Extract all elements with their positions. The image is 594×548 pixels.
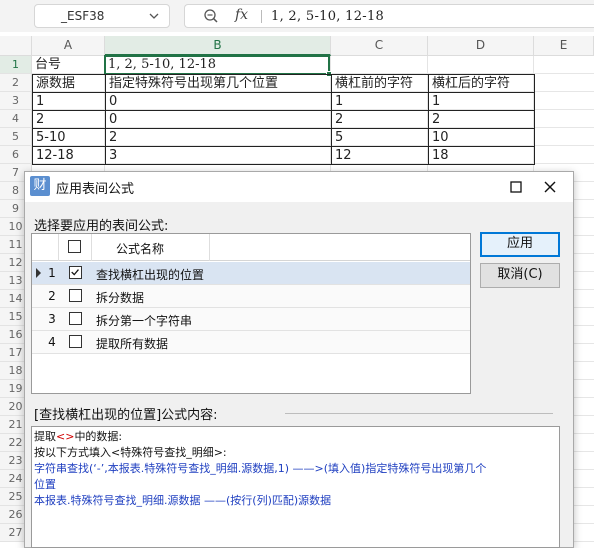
row-header[interactable]: 2 — [0, 74, 32, 92]
content-line: 本报表.特殊符号查找_明细.源数据 ——(按行(列)匹配)源数据 — [34, 494, 332, 507]
select-formula-label: 选择要应用的表间公式: — [34, 219, 169, 234]
list-item-name: 提取所有数据 — [96, 337, 169, 351]
list-header: 公式名称 — [32, 234, 470, 261]
column-header-b[interactable]: B — [105, 36, 331, 56]
table-row: 12-18 3 12 18 — [32, 146, 535, 165]
row-header[interactable]: 1 — [0, 56, 32, 74]
formula-separator — [261, 10, 262, 23]
list-item-name: 查找横杠出现的位置 — [96, 268, 205, 282]
table-cell[interactable]: 2 — [428, 110, 535, 129]
chevron-down-icon[interactable] — [147, 9, 161, 23]
formula-list[interactable]: 公式名称 1 查找横杠出现的位置 2 拆分数据 3 拆分第一个字符串 4 提取所… — [31, 233, 471, 394]
list-header-index — [32, 234, 59, 261]
table-cell[interactable]: 18 — [428, 146, 535, 165]
zoom-icon[interactable] — [203, 8, 219, 24]
data-table: 源数据 指定特殊符号出现第几个位置 横杠前的字符 横杠后的字符 1 0 1 1 … — [32, 74, 535, 165]
column-header-a[interactable]: A — [32, 36, 105, 56]
list-item-checkbox[interactable] — [69, 335, 82, 348]
row-header[interactable]: 5 — [0, 128, 32, 146]
formula-bar: _ESF38 fx 1, 2, 5-10, 12-18 — [0, 0, 594, 32]
list-item-name: 拆分数据 — [96, 291, 145, 305]
list-item-number: 4 — [48, 335, 56, 349]
dialog-title: 应用表间公式 — [56, 182, 135, 197]
formula-content-label: [查找横杠出现的位置]公式内容: — [34, 404, 221, 423]
list-item-number: 3 — [48, 312, 56, 326]
table-cell[interactable]: 0 — [105, 92, 332, 111]
content-line: 按以下方式填入<特殊符号查找_明细>: — [34, 446, 227, 459]
formula-text[interactable]: 1, 2, 5-10, 12-18 — [271, 9, 384, 24]
active-cell-selection — [104, 55, 332, 77]
list-item-checkbox[interactable] — [69, 266, 82, 279]
content-line: 提取<>中的数据: — [34, 430, 123, 443]
formula-input[interactable]: fx 1, 2, 5-10, 12-18 — [184, 4, 594, 28]
list-header-check — [59, 234, 92, 261]
list-item[interactable]: 3 拆分第一个字符串 — [32, 308, 470, 331]
header-cell[interactable]: 指定特殊符号出现第几个位置 — [105, 74, 332, 93]
row-pointer-icon — [36, 268, 41, 278]
list-item-number: 2 — [48, 289, 56, 303]
apply-button[interactable]: 应用 — [480, 232, 560, 257]
cancel-button[interactable]: 取消(C) — [480, 263, 560, 288]
name-box-value: _ESF38 — [61, 9, 105, 23]
group-divider — [285, 413, 553, 414]
header-cell[interactable]: 横杠后的字符 — [428, 74, 535, 93]
maximize-icon[interactable] — [507, 178, 525, 196]
formula-content-box[interactable]: 提取<>中的数据: 按以下方式填入<特殊符号查找_明细>: 字符串查找(‘-’,… — [31, 426, 560, 548]
app-icon: 财 — [30, 176, 50, 196]
checkmark-icon — [71, 269, 79, 276]
table-cell[interactable]: 5 — [331, 128, 429, 147]
table-cell[interactable]: 12 — [331, 146, 429, 165]
select-all-corner[interactable] — [0, 36, 32, 56]
list-item-checkbox[interactable] — [69, 289, 82, 302]
cell-a1[interactable]: 台号 — [32, 56, 104, 74]
table-row: 5-10 2 5 10 — [32, 128, 535, 147]
header-cell[interactable]: 源数据 — [32, 74, 106, 93]
close-icon[interactable] — [541, 178, 559, 196]
fx-icon[interactable]: fx — [235, 7, 248, 23]
table-cell[interactable]: 12-18 — [32, 146, 106, 165]
table-cell[interactable]: 10 — [428, 128, 535, 147]
table-cell[interactable]: 2 — [331, 110, 429, 129]
table-cell[interactable]: 2 — [105, 128, 332, 147]
select-all-checkbox[interactable] — [68, 240, 81, 253]
table-cell[interactable]: 1 — [32, 92, 106, 111]
table-cell[interactable]: 2 — [32, 110, 106, 129]
table-cell[interactable]: 1 — [331, 92, 429, 111]
table-cell[interactable]: 1 — [428, 92, 535, 111]
table-row: 2 0 2 2 — [32, 110, 535, 129]
table-cell[interactable]: 0 — [105, 110, 332, 129]
list-header-name: 公式名称 — [92, 234, 210, 261]
table-cell[interactable]: 3 — [105, 146, 332, 165]
list-item-checkbox[interactable] — [69, 312, 82, 325]
column-header-e[interactable]: E — [534, 36, 594, 56]
row-header[interactable]: 4 — [0, 110, 32, 128]
row-header[interactable]: 6 — [0, 146, 32, 164]
list-item[interactable]: 2 拆分数据 — [32, 285, 470, 308]
content-line: 字符串查找(‘-’,本报表.特殊符号查找_明细.源数据,1) ——>(填入值)指… — [34, 462, 487, 475]
name-box[interactable]: _ESF38 — [34, 4, 170, 28]
list-item-name: 拆分第一个字符串 — [96, 314, 193, 328]
column-header-d[interactable]: D — [428, 36, 534, 56]
list-item[interactable]: 4 提取所有数据 — [32, 331, 470, 354]
table-header-row: 源数据 指定特殊符号出现第几个位置 横杠前的字符 横杠后的字符 — [32, 74, 535, 93]
row-header[interactable]: 3 — [0, 92, 32, 110]
bracket-marker: <> — [56, 430, 75, 443]
column-header-c[interactable]: C — [331, 36, 428, 56]
table-row: 1 0 1 1 — [32, 92, 535, 111]
dialog-title-bar[interactable]: 财 应用表间公式 — [25, 172, 573, 202]
content-line: 位置 — [34, 478, 56, 491]
header-cell[interactable]: 横杠前的字符 — [331, 74, 429, 93]
list-header-label: 公式名称 — [116, 242, 165, 256]
list-item[interactable]: 1 查找横杠出现的位置 — [32, 262, 470, 285]
apply-formula-dialog: 财 应用表间公式 选择要应用的表间公式: 公式名称 1 查找横杠出现的位置 2 … — [24, 171, 574, 548]
list-item-number: 1 — [48, 266, 56, 280]
table-cell[interactable]: 5-10 — [32, 128, 106, 147]
